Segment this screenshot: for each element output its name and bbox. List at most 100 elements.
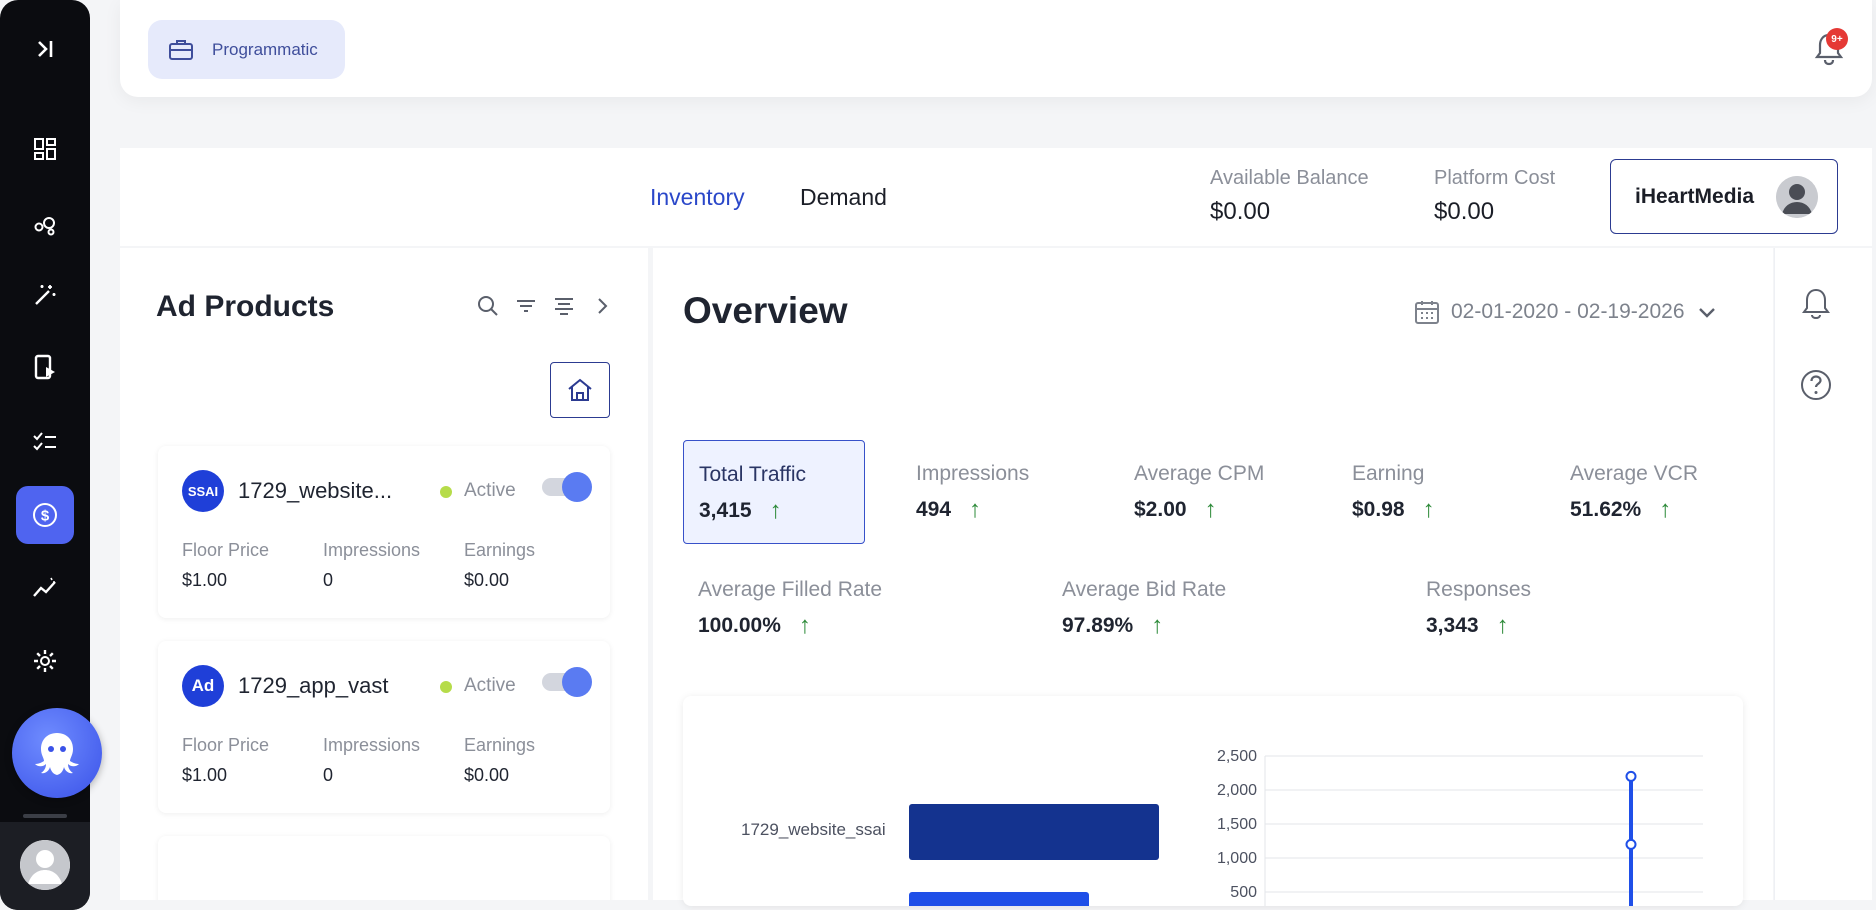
ad-product-card[interactable]: Ad 1729_app_vast Active Floor Price $1.0… bbox=[158, 641, 610, 813]
top-bar: Programmatic 9+ bbox=[120, 0, 1872, 97]
header-bar: Inventory Demand Available Balance $0.00… bbox=[120, 148, 1872, 246]
arrow-up-icon: ↑ bbox=[1204, 496, 1217, 523]
overview-panel: Overview 02-01-2020 - 02-19-2026 Total T… bbox=[653, 248, 1773, 906]
bar-category-label: 1729_website_ssai bbox=[741, 820, 886, 839]
kpi-label: Earning bbox=[1352, 462, 1425, 485]
home-icon bbox=[568, 378, 592, 401]
filter-icon[interactable] bbox=[514, 294, 538, 318]
ad-product-card[interactable]: SSAI 1729_website... Active Floor Price … bbox=[158, 446, 610, 618]
chevron-right-icon[interactable] bbox=[590, 294, 614, 318]
kpi-average-vcr[interactable]: Average VCR 51.62% ↑ bbox=[1555, 440, 1737, 544]
kpi-responses[interactable]: Responses 3,343 ↑ bbox=[1411, 556, 1711, 660]
bar-chart bbox=[909, 804, 1159, 906]
kpi-value: 51.62% bbox=[1570, 498, 1642, 521]
svg-text:$: $ bbox=[41, 508, 50, 525]
kpi-value: 100.00% bbox=[698, 614, 781, 637]
product-type-badge: SSAI bbox=[182, 470, 224, 512]
kpi-impressions[interactable]: Impressions 494 ↑ bbox=[901, 440, 1083, 544]
account-name: iHeartMedia bbox=[1635, 184, 1755, 208]
kpi-average-filled-rate[interactable]: Average Filled Rate 100.00% ↑ bbox=[683, 556, 983, 660]
earnings-label: Earnings bbox=[464, 540, 536, 560]
expand-icon bbox=[38, 41, 53, 57]
trend-icon bbox=[33, 577, 56, 597]
sidebar-item-bubbles[interactable] bbox=[16, 194, 74, 252]
impressions-label: Impressions bbox=[323, 540, 421, 560]
help-button[interactable] bbox=[1799, 368, 1833, 402]
kpi-value: 3,343 bbox=[1426, 614, 1479, 637]
help-icon bbox=[1801, 370, 1831, 400]
active-toggle[interactable] bbox=[542, 667, 592, 697]
expand-sidebar-button[interactable] bbox=[16, 20, 74, 78]
status-dot bbox=[440, 681, 452, 693]
alerts-button[interactable] bbox=[1799, 286, 1833, 320]
kpi-label: Responses bbox=[1426, 578, 1532, 601]
kpi-label: Average CPM bbox=[1134, 462, 1265, 485]
tab-inventory[interactable]: Inventory bbox=[650, 184, 745, 211]
arrow-up-icon: ↑ bbox=[769, 497, 782, 524]
chevron-down-icon bbox=[1698, 308, 1715, 318]
user-avatar-icon bbox=[20, 840, 70, 890]
platform-cost-label: Platform Cost bbox=[1434, 167, 1556, 189]
date-range-picker[interactable]: 02-01-2020 - 02-19-2026 bbox=[1413, 298, 1719, 326]
floor-price-label: Floor Price bbox=[182, 540, 270, 560]
sort-icon[interactable] bbox=[552, 294, 576, 318]
status-badge: Active bbox=[464, 480, 516, 501]
kpi-label: Average Filled Rate bbox=[698, 578, 883, 601]
status-dot bbox=[440, 486, 452, 498]
product-name: 1729_website... bbox=[238, 478, 393, 503]
gear-icon bbox=[34, 650, 56, 672]
search-icon[interactable] bbox=[476, 294, 500, 318]
floor-price-label: Floor Price bbox=[182, 735, 270, 755]
sidebar-item-settings[interactable] bbox=[16, 632, 74, 690]
kpi-value: 97.89% bbox=[1062, 614, 1134, 637]
available-balance: Available Balance $0.00 bbox=[1210, 167, 1369, 226]
bubbles-icon bbox=[34, 217, 55, 236]
kpi-average-bid-rate[interactable]: Average Bid Rate 97.89% ↑ bbox=[1047, 556, 1347, 660]
impressions-label: Impressions bbox=[323, 735, 421, 755]
available-balance-value: $0.00 bbox=[1210, 198, 1271, 225]
y-tick-label: 1,500 bbox=[1217, 816, 1257, 833]
dollar-icon: $ bbox=[33, 503, 57, 527]
avatar[interactable] bbox=[20, 840, 70, 890]
notification-count-badge: 9+ bbox=[1826, 28, 1848, 50]
kpi-label: Total Traffic bbox=[699, 463, 806, 486]
overview-title: Overview bbox=[683, 290, 848, 331]
arrow-up-icon: ↑ bbox=[798, 612, 811, 639]
kpi-total-traffic[interactable]: Total Traffic 3,415 ↑ bbox=[683, 440, 865, 544]
sidebar-item-video[interactable] bbox=[16, 338, 74, 396]
kpi-average-cpm[interactable]: Average CPM $2.00 ↑ bbox=[1119, 440, 1301, 544]
line-chart: 2,500 2,000 1,500 1,000 500 bbox=[1217, 748, 1703, 906]
sidebar-item-checklist[interactable] bbox=[16, 412, 74, 470]
programmatic-chip[interactable]: Programmatic bbox=[148, 20, 345, 79]
arrow-up-icon: ↑ bbox=[969, 496, 982, 523]
active-toggle[interactable] bbox=[542, 472, 592, 502]
home-button[interactable] bbox=[550, 362, 610, 418]
kpi-earning[interactable]: Earning $0.98 ↑ bbox=[1337, 440, 1519, 544]
bar bbox=[909, 804, 1159, 860]
sidebar-item-analytics[interactable] bbox=[16, 558, 74, 616]
kpi-label: Impressions bbox=[916, 462, 1030, 485]
sidebar-item-magic[interactable] bbox=[16, 266, 74, 324]
sidebar-item-dashboard[interactable] bbox=[16, 120, 74, 178]
available-balance-label: Available Balance bbox=[1210, 167, 1369, 189]
floor-price-value: $1.00 bbox=[182, 570, 228, 590]
floor-price-value: $1.00 bbox=[182, 765, 228, 785]
arrow-up-icon: ↑ bbox=[1151, 612, 1164, 639]
sidebar-divider bbox=[23, 814, 67, 818]
sidebar-item-billing[interactable]: $ bbox=[16, 486, 74, 544]
earnings-value: $0.00 bbox=[464, 765, 510, 785]
arrow-up-icon: ↑ bbox=[1659, 496, 1672, 523]
y-tick-label: 1,000 bbox=[1217, 850, 1257, 867]
octopus-icon bbox=[35, 733, 79, 775]
assistant-mascot-button[interactable] bbox=[12, 708, 102, 798]
ad-product-card[interactable] bbox=[158, 836, 610, 900]
earnings-value: $0.00 bbox=[464, 570, 510, 590]
bell-icon bbox=[1802, 288, 1830, 320]
status-badge: Active bbox=[464, 675, 516, 696]
product-type-badge: Ad bbox=[182, 665, 224, 707]
y-tick-label: 500 bbox=[1230, 884, 1257, 901]
account-switcher[interactable]: iHeartMedia bbox=[1610, 159, 1838, 234]
tab-demand[interactable]: Demand bbox=[800, 184, 887, 211]
right-rail bbox=[1774, 248, 1872, 900]
arrow-up-icon: ↑ bbox=[1496, 612, 1509, 639]
